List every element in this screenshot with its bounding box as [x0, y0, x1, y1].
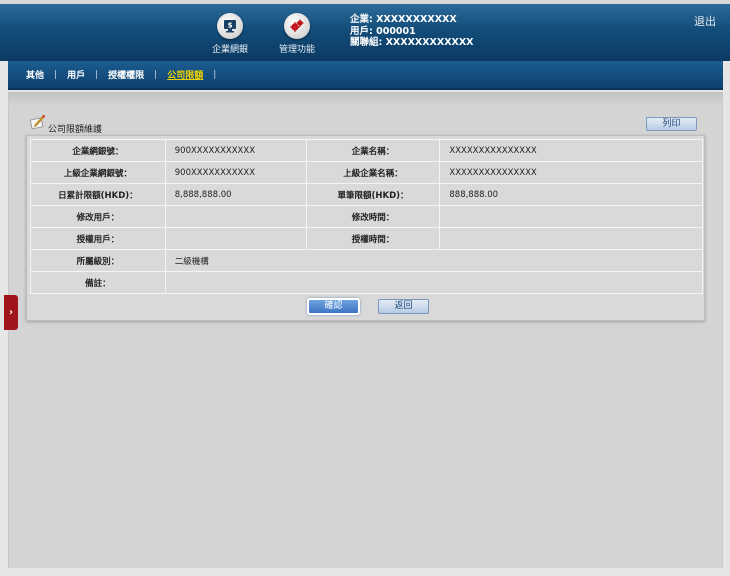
single-limit-value: 888,888.00 [439, 183, 703, 206]
menu-item-other[interactable]: 其他 [26, 68, 44, 81]
enterprise-id-label: 企業網銀號： [30, 139, 166, 162]
enterprise-id-value: 900XXXXXXXXXXX [164, 139, 307, 162]
pencil-paper-icon [29, 114, 47, 133]
modified-time-value [439, 205, 703, 228]
back-button[interactable]: 返回 [378, 299, 429, 314]
table-row: 備註： [30, 271, 704, 294]
gears-icon [284, 13, 310, 39]
panel-title: 公司限額維護 [48, 125, 103, 135]
limit-form: 企業網銀號： 900XXXXXXXXXXX 企業名稱： XXXXXXXXXXXX… [26, 135, 705, 321]
enterprise-name-label: 企業名稱： [305, 139, 441, 162]
table-row: 修改用戶： 修改時間： [30, 205, 703, 228]
daily-limit-label: 日累計限額(HKD)： [30, 183, 166, 206]
table-row: 日累計限額(HKD)： 8,888,888.00 單筆限額(HKD)： 888,… [30, 183, 703, 206]
limit-info-table: 企業網銀號： 900XXXXXXXXXXX 企業名稱： XXXXXXXXXXXX… [30, 139, 704, 294]
auth-user-label: 授權用戶： [30, 227, 166, 250]
modified-user-value [164, 205, 307, 228]
user-info: 企業: XXXXXXXXXXX 用戶: 000001 關聯組: XXXXXXXX… [350, 14, 474, 49]
daily-limit-value: 8,888,888.00 [164, 183, 307, 206]
level-value: 二級機構 [164, 249, 704, 272]
enterprise-text: 企業: XXXXXXXXXXX [350, 14, 457, 25]
enterprise-name-value: XXXXXXXXXXXXXXX [439, 139, 703, 162]
nav-admin-functions-label: 管理功能 [278, 45, 315, 55]
print-button[interactable]: 列印 [646, 117, 697, 131]
user-text: 用戶: 000001 [350, 25, 416, 37]
nav-enterprise-banking-label: 企業網銀 [211, 45, 248, 55]
menu-item-auth-permissions[interactable]: 授權權限 [108, 68, 144, 81]
menu-separator: | [213, 69, 217, 80]
logout-link[interactable]: 退出 [694, 13, 716, 29]
modified-user-label: 修改用戶： [30, 205, 166, 228]
single-limit-label: 單筆限額(HKD)： [305, 183, 441, 206]
menu-separator: | [54, 69, 58, 80]
confirm-button[interactable]: 確認 [307, 298, 360, 315]
nav-admin-functions[interactable]: 管理功能 [267, 13, 327, 55]
parent-enterprise-id-value: 900XXXXXXXXXXX [164, 161, 307, 184]
modified-time-label: 修改時間： [305, 205, 441, 228]
nav-enterprise-banking[interactable]: $ 企業網銀 [200, 13, 260, 55]
menu-item-company-limits[interactable]: 公司限額 [167, 68, 203, 81]
table-row: 上級企業網銀號： 900XXXXXXXXXXX 上級企業名稱： XXXXXXXX… [30, 161, 703, 184]
auth-user-value [164, 227, 307, 250]
side-expand-tab[interactable]: › [4, 295, 18, 330]
table-row: 企業網銀號： 900XXXXXXXXXXX 企業名稱： XXXXXXXXXXXX… [30, 139, 703, 162]
menu-separator: | [154, 69, 158, 80]
dollar-monitor-icon: $ [217, 13, 243, 39]
sub-menu-bar: 其他 | 用戶 | 授權權限 | 公司限額 | [8, 61, 723, 90]
menu-item-users[interactable]: 用戶 [67, 68, 85, 81]
svg-text:$: $ [228, 22, 233, 30]
table-row: 授權用戶： 授權時間： [30, 227, 703, 250]
remark-label: 備註： [30, 271, 166, 294]
menu-separator: | [95, 69, 99, 80]
parent-enterprise-id-label: 上級企業網銀號： [30, 161, 166, 184]
parent-enterprise-name-label: 上級企業名稱： [305, 161, 441, 184]
table-row: 所屬級別： 二級機構 [30, 249, 704, 272]
parent-enterprise-name-value: XXXXXXXXXXXXXXX [439, 161, 703, 184]
group-text: 關聯組: XXXXXXXXXXXX [350, 37, 474, 48]
top-header: $ 企業網銀 管理功能 企業: XXXXXXXXXXX 用戶: 000001 關… [0, 0, 730, 61]
auth-time-label: 授權時間： [305, 227, 441, 250]
remark-value [164, 271, 704, 294]
level-label: 所屬級別： [30, 249, 166, 272]
auth-time-value [439, 227, 703, 250]
